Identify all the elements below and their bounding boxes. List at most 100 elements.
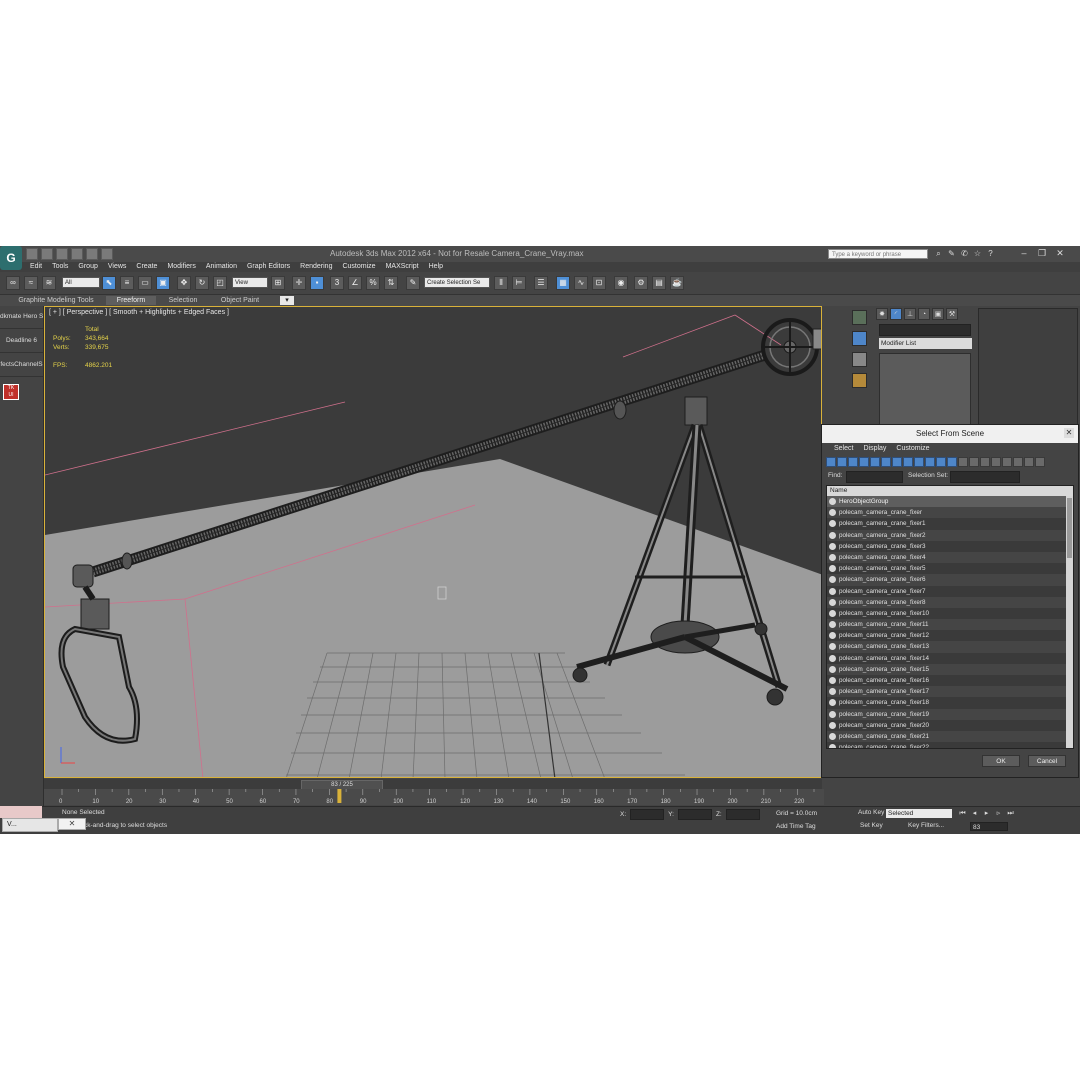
modifier-list-select[interactable]: Modifier List — [879, 338, 972, 349]
display-shapes-icon[interactable] — [837, 457, 847, 467]
plugin-tool-icon-3[interactable] — [852, 352, 867, 367]
display-invert-icon[interactable] — [980, 457, 990, 467]
plugin-tool-icon-2[interactable] — [852, 331, 867, 346]
display-lights-icon[interactable] — [848, 457, 858, 467]
help-icon[interactable]: ? — [986, 249, 995, 258]
key-filters-button[interactable]: Key Filters... — [908, 822, 944, 829]
unlink-icon[interactable]: ≈ — [24, 276, 38, 290]
scale-icon[interactable]: ◰ — [213, 276, 227, 290]
list-item[interactable]: polecam_camera_crane_fixer20 — [827, 720, 1073, 731]
scene-object-list[interactable]: Name HeroObjectGroup polecam_camera_crane… — [826, 485, 1074, 749]
menu-customize[interactable]: Customize — [342, 263, 375, 270]
angle-snap-icon[interactable]: ∠ — [348, 276, 362, 290]
tab-object-paint[interactable]: Object Paint — [210, 296, 270, 305]
window-crossing-icon[interactable]: ▣ — [156, 276, 170, 290]
track-bar[interactable]: 0 10 20 30 40 50 60 70 80 90 100 110 120 130 140 150 160… — [44, 789, 824, 805]
menu-modifiers[interactable]: Modifiers — [167, 263, 195, 270]
list-item[interactable]: polecam_camera_crane_fixer1 — [827, 518, 1073, 529]
display-none-icon[interactable] — [969, 457, 979, 467]
go-to-end-icon[interactable]: ⏭ — [1006, 809, 1015, 818]
percent-snap-icon[interactable]: % — [366, 276, 380, 290]
play-icon[interactable]: ▸ — [982, 809, 991, 818]
list-item[interactable]: polecam_camera_crane_fixer13 — [827, 641, 1073, 653]
list-item[interactable]: polecam_camera_crane_fixer5 — [827, 563, 1073, 574]
utilities-tab-icon[interactable]: ⚒ — [946, 308, 958, 320]
menu-create[interactable]: Create — [136, 263, 157, 270]
list-item[interactable]: HeroObjectGroup — [827, 496, 1073, 508]
selection-set-select[interactable] — [950, 471, 1020, 483]
app-logo-button[interactable]: G — [0, 246, 22, 270]
tab-freeform[interactable]: Freeform — [106, 296, 156, 305]
display-spacewarps-icon[interactable] — [881, 457, 891, 467]
select-invert-icon[interactable] — [1013, 457, 1023, 467]
list-item[interactable]: polecam_camera_crane_fixer — [827, 507, 1073, 519]
communication-icon[interactable]: ✆ — [960, 249, 969, 258]
x-coordinate-field[interactable] — [630, 809, 665, 820]
left-panel-item-2[interactable]: Deadline 6 — [0, 330, 43, 353]
align-icon[interactable]: ⊨ — [512, 276, 526, 290]
layer-manager-icon[interactable]: ☰ — [534, 276, 548, 290]
filter-icon[interactable] — [1024, 457, 1034, 467]
search-input[interactable]: Type a keyword or phrase — [828, 249, 928, 259]
favorites-icon[interactable]: ☆ — [973, 249, 982, 258]
object-name-field[interactable] — [879, 324, 971, 336]
select-none-icon[interactable] — [1002, 457, 1012, 467]
render-production-icon[interactable]: ☕ — [670, 276, 684, 290]
display-hidden-icon[interactable] — [947, 457, 957, 467]
create-tab-icon[interactable]: ✸ — [876, 308, 888, 320]
left-panel-item-1[interactable]: dkmate Hero S — [0, 306, 43, 329]
render-setup-icon[interactable]: ⚙ — [634, 276, 648, 290]
select-object-icon[interactable]: ⬉ — [102, 276, 116, 290]
menu-views[interactable]: Views — [108, 263, 127, 270]
restore-icon[interactable]: ❐ — [1036, 248, 1048, 259]
viewport-label[interactable]: [ + ] [ Perspective ] [ Smooth + Highlig… — [49, 309, 229, 316]
redo-icon[interactable] — [86, 248, 98, 260]
minimize-icon[interactable]: – — [1018, 248, 1030, 259]
modifier-stack[interactable] — [879, 353, 971, 425]
auto-key-button[interactable]: Auto Key — [858, 809, 884, 816]
display-bones-icon[interactable] — [914, 457, 924, 467]
display-helpers-icon[interactable] — [870, 457, 880, 467]
keyboard-shortcut-icon[interactable]: ▪ — [310, 276, 324, 290]
name-column-header[interactable]: Name — [827, 486, 1073, 496]
display-containers-icon[interactable] — [925, 457, 935, 467]
key-mode-select[interactable]: Selected — [886, 809, 952, 818]
dialog-menu-select[interactable]: Select — [834, 445, 853, 452]
list-item[interactable]: polecam_camera_crane_fixer19 — [827, 708, 1073, 720]
display-all-icon[interactable] — [958, 457, 968, 467]
list-item[interactable]: polecam_camera_crane_fixer11 — [827, 619, 1073, 631]
list-item[interactable]: polecam_camera_crane_fixer14 — [827, 653, 1073, 664]
edit-named-selection-icon[interactable]: ✎ — [406, 276, 420, 290]
save-file-icon[interactable] — [56, 248, 68, 260]
motion-tab-icon[interactable]: ◔ — [918, 308, 930, 320]
list-item[interactable]: polecam_camera_crane_fixer8 — [827, 596, 1073, 608]
hierarchy-tab-icon[interactable]: ⊥ — [904, 308, 916, 320]
rendered-frame-icon[interactable]: ▤ — [652, 276, 666, 290]
previous-frame-icon[interactable]: ◂ — [970, 809, 979, 818]
find-input[interactable] — [846, 471, 903, 483]
list-item[interactable]: polecam_camera_crane_fixer22 — [827, 742, 1073, 748]
select-manipulate-icon[interactable]: ✛ — [292, 276, 306, 290]
reference-coord-select[interactable]: View — [232, 277, 268, 288]
snaps-toggle-icon[interactable]: 3 — [330, 276, 344, 290]
display-cameras-icon[interactable] — [859, 457, 869, 467]
menu-tools[interactable]: Tools — [52, 263, 68, 270]
y-coordinate-field[interactable] — [677, 809, 712, 820]
ribbon-options-icon[interactable]: ▾ — [280, 296, 294, 305]
display-geometry-icon[interactable] — [826, 457, 836, 467]
bind-space-warp-icon[interactable]: ≋ — [42, 276, 56, 290]
menu-graph-editors[interactable]: Graph Editors — [247, 263, 290, 270]
select-by-name-icon[interactable]: ≡ — [120, 276, 134, 290]
rotate-icon[interactable]: ↻ — [195, 276, 209, 290]
list-item[interactable]: polecam_camera_crane_fixer17 — [827, 686, 1073, 698]
list-item[interactable]: polecam_camera_crane_fixer7 — [827, 586, 1073, 597]
material-editor-icon[interactable]: ◉ — [614, 276, 628, 290]
ok-button[interactable]: OK — [982, 755, 1020, 767]
scrollbar-thumb[interactable] — [1067, 498, 1072, 558]
display-frozen-icon[interactable] — [936, 457, 946, 467]
select-all-icon[interactable] — [991, 457, 1001, 467]
taskbar-window-button[interactable]: V... — [2, 818, 58, 832]
open-file-icon[interactable] — [41, 248, 53, 260]
rect-selection-icon[interactable]: ▭ — [138, 276, 152, 290]
z-coordinate-field[interactable] — [725, 809, 760, 820]
